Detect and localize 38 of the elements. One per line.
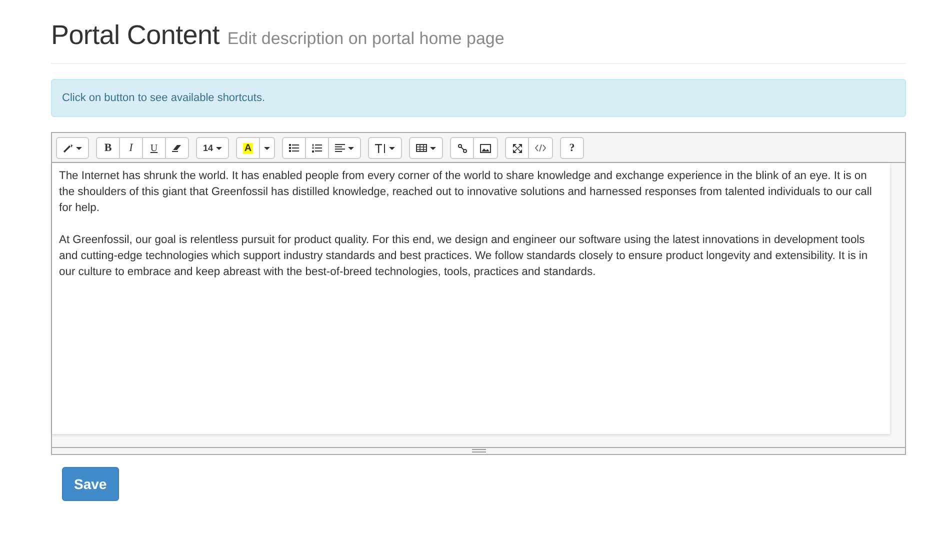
grip-icon	[472, 449, 486, 453]
paragraph: The Internet has shrunk the world. It has enabled people from every corner of the world to share knowledge and exchange experience in the blink of an eye. It is on the shoulders of this giant that Greenfossil has distilled knowledge, reached out to innovative solutions and harnessed responses from talented individuals to our call for help.	[59, 169, 873, 216]
table-button[interactable]	[409, 137, 444, 159]
image-icon	[480, 144, 492, 152]
editor-content[interactable]	[52, 163, 890, 434]
alert-text: Click on button to see available shortcuts.	[62, 92, 266, 104]
align-button[interactable]	[328, 137, 362, 159]
paragraph: At Greenfossil, our goal is relentless pursuit for product quality. For this end, we design and engineer our software using the latest innovations in development tools and cutting-edge technologies which support industry standards and best practices. We follow standards closely to ensure product longevity and extensibility. It is in our culture to embrace and keep abreast with the best-of-breed technologies, tools, practices and standards.	[59, 233, 869, 280]
text-color-button[interactable]: A	[236, 137, 260, 159]
eraser-icon	[172, 144, 182, 152]
image-button[interactable]	[473, 137, 498, 159]
toolbar-button[interactable]: 14	[196, 137, 230, 159]
link-icon	[458, 144, 467, 152]
ol-button[interactable]	[305, 137, 330, 159]
code-button[interactable]	[528, 137, 554, 159]
dropdown-button[interactable]	[259, 137, 276, 159]
magic-wand-icon	[63, 143, 73, 153]
link-button[interactable]	[450, 137, 474, 159]
page-title: Portal Content	[51, 20, 220, 51]
resize-handle[interactable]	[52, 447, 905, 454]
toolbar-button[interactable]: ?	[560, 137, 584, 159]
eraser-button[interactable]	[165, 137, 189, 159]
height-button[interactable]	[368, 137, 402, 159]
toolbar-button[interactable]: I	[119, 137, 143, 159]
numbered-list-icon	[312, 144, 322, 152]
code-icon	[535, 144, 546, 152]
page-subtitle: Edit description on portal home page	[227, 29, 504, 49]
expand-icon	[512, 144, 522, 152]
save-button[interactable]: Save	[62, 467, 119, 501]
toolbar-button[interactable]: U	[142, 137, 166, 159]
toolbar-button[interactable]: B	[96, 137, 120, 159]
fullscreen-button[interactable]	[505, 137, 530, 159]
bullet-list-icon	[289, 144, 300, 152]
text-height-icon	[375, 144, 386, 152]
magic-button[interactable]	[56, 137, 89, 159]
table-icon	[416, 144, 428, 152]
ul-button[interactable]	[282, 137, 306, 159]
align-left-icon	[335, 144, 346, 152]
